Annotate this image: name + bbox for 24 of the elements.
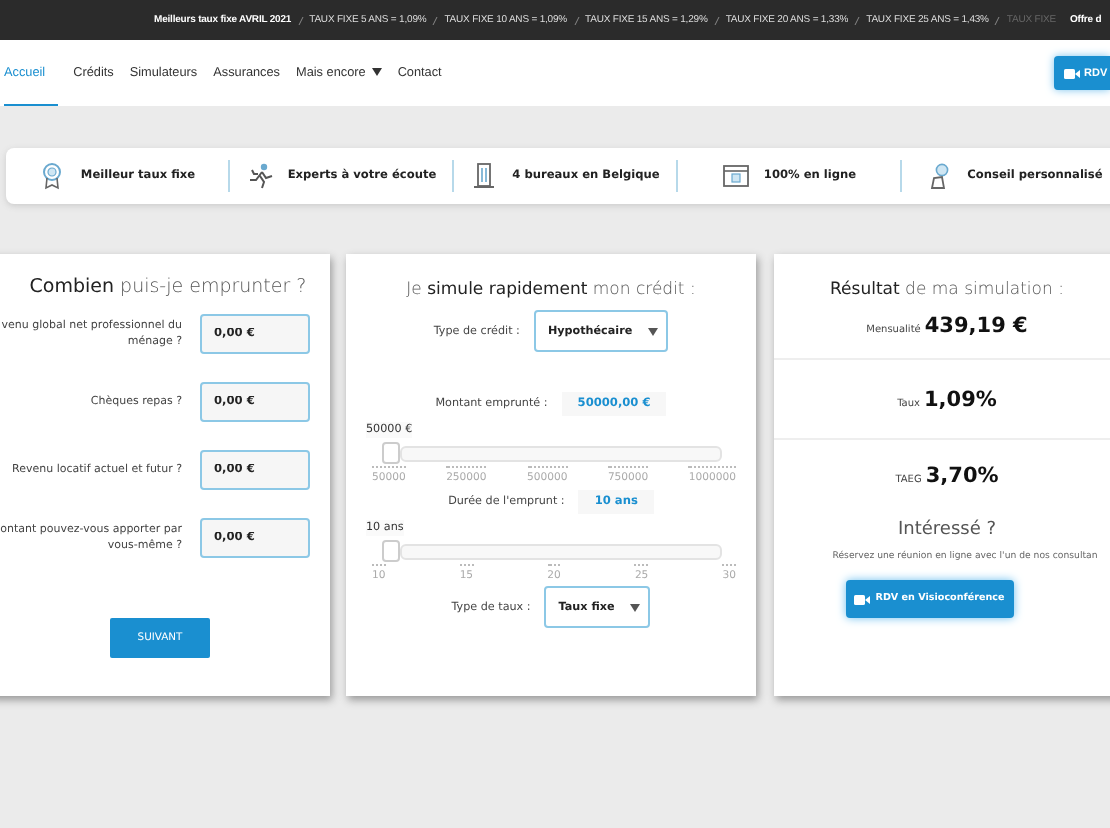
result-value: 1,09% (923, 388, 997, 412)
slash-separator-icon (994, 15, 1001, 25)
slash-separator-icon (854, 15, 861, 25)
caret-icon (630, 603, 641, 611)
building-icon (470, 162, 499, 190)
result-value: 3,70% (925, 464, 999, 488)
medal-icon (38, 162, 67, 190)
interest-heading: Intéressé ? (897, 520, 997, 540)
slider-thumb[interactable] (382, 442, 400, 464)
person-icon (925, 162, 954, 190)
slash-separator-icon (713, 15, 720, 25)
card-title: Combien puis-je emprunter ? (29, 276, 307, 298)
runner-icon (245, 162, 274, 190)
slash-separator-icon (432, 15, 439, 25)
slash-separator-icon (573, 15, 580, 25)
slider-thumb[interactable] (382, 540, 400, 562)
browser-window-icon (721, 162, 750, 190)
video-camera-icon (1064, 67, 1080, 79)
video-camera-icon (853, 593, 870, 605)
card-title: Je simule rapidement mon crédit : (406, 280, 696, 300)
caret-icon (648, 327, 659, 335)
card-title: Résultat de ma simulation : (830, 280, 1064, 300)
result-value: 439,19 € (924, 314, 1028, 338)
slash-separator-icon (297, 15, 304, 25)
